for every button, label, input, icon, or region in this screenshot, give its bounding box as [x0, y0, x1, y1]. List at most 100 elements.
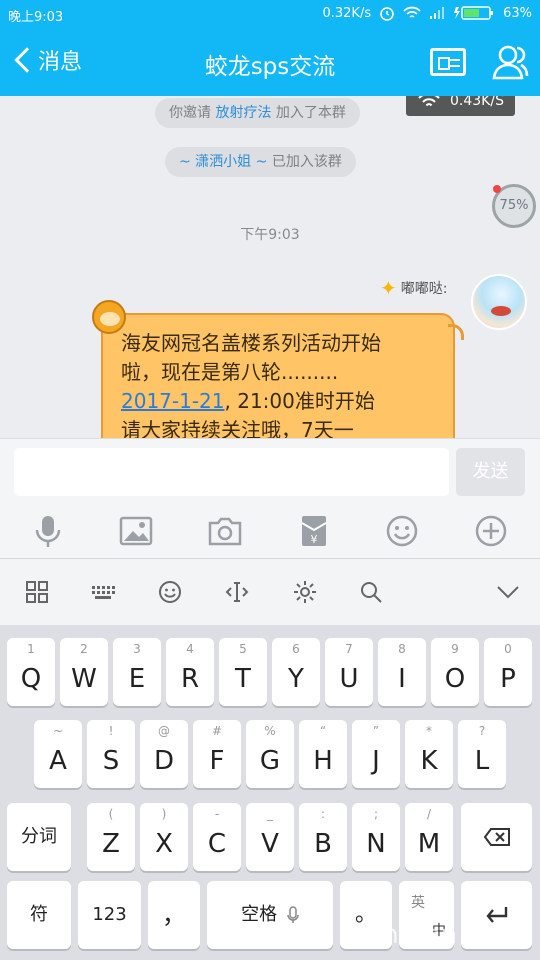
key-e[interactable]: 3E: [113, 638, 161, 706]
key-label: U: [339, 664, 359, 694]
message-bubble[interactable]: 海友网冠名盖楼系列活动开始 啦，现在是第八轮......... 2017-1-2…: [101, 313, 455, 438]
message-input[interactable]: [14, 448, 449, 496]
plus-icon[interactable]: [473, 513, 509, 549]
comma-key[interactable]: ，: [148, 881, 200, 949]
key-z[interactable]: (Z: [87, 803, 135, 871]
chat-toolbar: ¥: [0, 503, 540, 558]
member-link[interactable]: 放射疗法: [215, 105, 271, 121]
keyboard: 1Q2W3E4R5T6Y7U8I9O0P ~ A! S @ D # F% G “H” J * K? L …: [0, 625, 540, 960]
date-link[interactable]: 2017-1-21: [121, 389, 225, 413]
backspace-key[interactable]: [461, 803, 532, 871]
key-hint: !: [108, 724, 114, 738]
title-bar: 消息 蛟龙sps交流: [0, 28, 540, 96]
key-label: S: [102, 746, 120, 776]
key-label: G: [259, 746, 281, 776]
key-f[interactable]: # F: [193, 720, 241, 788]
space-label: 空格: [241, 904, 278, 925]
cursor-icon[interactable]: [224, 579, 250, 605]
avatar[interactable]: [471, 274, 527, 330]
key-i[interactable]: 8I: [378, 638, 426, 706]
key-label: K: [420, 746, 438, 776]
key-hint: *: [426, 724, 432, 738]
key-r[interactable]: 4R: [166, 638, 214, 706]
key-label: W: [71, 664, 97, 694]
key-n[interactable]: ; N: [352, 803, 400, 871]
network-speed-overlay: 0.43K/S: [406, 96, 515, 116]
status-time: 晚上9:03: [8, 10, 64, 25]
key-label: D: [153, 746, 175, 776]
key-o[interactable]: 9O: [431, 638, 479, 706]
key-hint: (: [108, 807, 114, 821]
key-hint: 9: [451, 642, 459, 656]
wifi-icon: [418, 96, 440, 107]
key-hint: :: [320, 807, 326, 821]
status-right: 0.32K/s 63%: [322, 5, 532, 21]
chat-area[interactable]: 你邀请 放射疗法 加入了本群 ~ 潇洒小姐 ~ 已加入该群 下午9:03 0.4…: [0, 96, 540, 438]
key-u[interactable]: 7U: [325, 638, 373, 706]
key-t[interactable]: 5T: [219, 638, 267, 706]
key-h[interactable]: “H: [299, 720, 347, 788]
net-speed-text: 0.43K/S: [450, 96, 504, 109]
key-label: P: [500, 664, 516, 694]
search-icon[interactable]: [358, 579, 384, 605]
key-v[interactable]: _ V: [246, 803, 294, 871]
member-link[interactable]: ~ 潇洒小姐 ~: [179, 154, 267, 170]
key-label: M: [417, 829, 441, 859]
signal-icon: [430, 7, 445, 19]
send-button[interactable]: 发送: [456, 448, 525, 496]
key-b[interactable]: :B: [299, 803, 347, 871]
key-l[interactable]: ? L: [458, 720, 506, 788]
key-c[interactable]: -C: [193, 803, 241, 871]
key-a[interactable]: ~ A: [34, 720, 82, 788]
segment-key[interactable]: 分词: [7, 803, 71, 871]
message-line: 啦，现在是第八轮.........: [121, 360, 339, 384]
key-g[interactable]: % G: [246, 720, 294, 788]
key-label: E: [128, 664, 146, 694]
key-label: C: [207, 829, 227, 859]
group-members-icon[interactable]: [490, 42, 530, 82]
key-q[interactable]: 1Q: [7, 638, 55, 706]
svg-text:¥: ¥: [311, 533, 318, 546]
key-label: Q: [20, 664, 42, 694]
keyboard-icon[interactable]: [90, 579, 116, 605]
key-label: I: [398, 664, 406, 694]
key-hint: 7: [345, 642, 353, 656]
numbers-key[interactable]: 123: [78, 881, 141, 949]
settings-icon[interactable]: [292, 579, 318, 605]
microphone-icon[interactable]: [30, 513, 66, 549]
image-icon[interactable]: [118, 513, 154, 549]
key-d[interactable]: @ D: [140, 720, 188, 788]
red-packet-icon[interactable]: ¥: [296, 513, 332, 549]
key-label: V: [261, 829, 279, 859]
key-j[interactable]: ” J: [352, 720, 400, 788]
key-m[interactable]: / M: [405, 803, 453, 871]
key-y[interactable]: 6Y: [272, 638, 320, 706]
emoji-icon[interactable]: [157, 579, 183, 605]
key-s[interactable]: ! S: [87, 720, 135, 788]
battery-icon: [454, 6, 494, 20]
key-x[interactable]: ) X: [140, 803, 188, 871]
camera-icon[interactable]: [207, 513, 243, 549]
message-line: 2017-1-21, 21:00准时开始: [121, 387, 435, 416]
key-hint: _: [267, 807, 273, 821]
notification-dot: [493, 185, 501, 193]
key-k[interactable]: * K: [405, 720, 453, 788]
system-message: 你邀请 放射疗法 加入了本群: [155, 98, 360, 128]
emoji-icon[interactable]: [384, 513, 420, 549]
grid-icon[interactable]: [24, 579, 50, 605]
key-p[interactable]: 0P: [484, 638, 532, 706]
group-profile-icon[interactable]: [430, 48, 466, 76]
collapse-icon[interactable]: [495, 579, 521, 605]
message-line: 请大家持续关注哦，7天一: [121, 418, 354, 438]
space-key[interactable]: 空格: [207, 881, 333, 949]
speed-ball[interactable]: 75%: [492, 184, 536, 228]
key-w[interactable]: 2W: [60, 638, 108, 706]
key-label: Z: [102, 829, 120, 859]
message-timestamp: 下午9:03: [240, 227, 300, 243]
speed-ball-text: 75%: [499, 198, 529, 213]
key-label: B: [314, 829, 332, 859]
key-hint: ): [161, 807, 167, 821]
input-row: 发送: [0, 438, 540, 503]
message-text: , 21:00准时开始: [224, 389, 375, 413]
symbols-key[interactable]: 符: [7, 881, 71, 949]
